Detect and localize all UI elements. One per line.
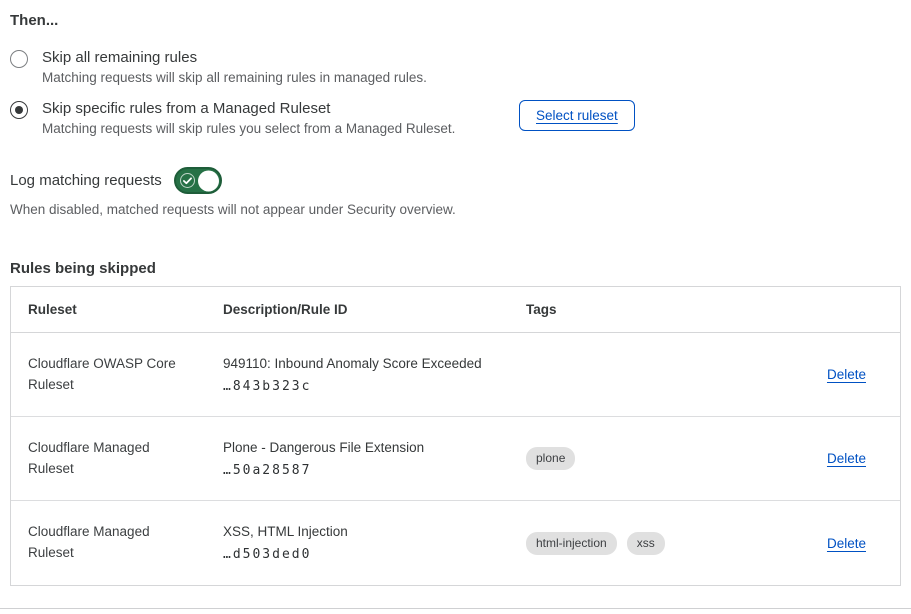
ruleset-name: Cloudflare Managed Ruleset (11, 438, 206, 480)
table-row: Cloudflare OWASP Core Ruleset 949110: In… (11, 333, 900, 417)
rule-id: …843b323c (223, 379, 509, 394)
column-header-ruleset: Ruleset (11, 302, 206, 317)
log-matching-requests-row: Log matching requests (10, 167, 901, 194)
delete-link[interactable]: Delete (827, 367, 866, 382)
ruleset-name: Cloudflare OWASP Core Ruleset (11, 354, 206, 396)
log-matching-requests-label: Log matching requests (10, 172, 162, 189)
select-ruleset-button[interactable]: Select ruleset (519, 100, 635, 131)
column-header-description-rule-id: Description/Rule ID (206, 302, 509, 317)
then-heading: Then... (10, 12, 901, 29)
rules-being-skipped-table: Ruleset Description/Rule ID Tags Cloudfl… (10, 286, 901, 586)
tag-badge: html-injection (526, 532, 617, 555)
rule-id: …d503ded0 (223, 547, 509, 562)
option-description: Matching requests will skip all remainin… (42, 70, 427, 85)
option-skip-specific-rules: Skip specific rules from a Managed Rules… (10, 100, 901, 136)
table-header-row: Ruleset Description/Rule ID Tags (11, 287, 900, 333)
rule-description: Plone - Dangerous File Extension (223, 440, 509, 455)
toggle-knob (198, 170, 219, 191)
log-matching-requests-description: When disabled, matched requests will not… (10, 202, 901, 217)
ruleset-name: Cloudflare Managed Ruleset (11, 522, 206, 564)
delete-link[interactable]: Delete (827, 451, 866, 466)
option-label[interactable]: Skip all remaining rules (42, 49, 427, 66)
log-matching-requests-toggle[interactable] (174, 167, 222, 194)
table-row: Cloudflare Managed Ruleset Plone - Dange… (11, 417, 900, 501)
option-label[interactable]: Skip specific rules from a Managed Rules… (42, 100, 455, 117)
select-ruleset-button-label: Select ruleset (536, 108, 618, 123)
column-header-tags: Tags (509, 302, 789, 317)
rule-description: XSS, HTML Injection (223, 524, 509, 539)
option-skip-all-rules: Skip all remaining rules Matching reques… (10, 49, 901, 85)
section-divider (0, 608, 911, 609)
tag-badge: xss (627, 532, 665, 555)
tags-cell: html-injection xss (509, 532, 789, 555)
radio-skip-all-rules[interactable] (10, 50, 28, 68)
rule-id: …50a28587 (223, 463, 509, 478)
waf-rule-action-page: Then... Skip all remaining rules Matchin… (0, 0, 911, 614)
delete-link[interactable]: Delete (827, 536, 866, 551)
check-icon (180, 173, 195, 188)
rule-description: 949110: Inbound Anomaly Score Exceeded (223, 356, 509, 371)
option-description: Matching requests will skip rules you se… (42, 121, 455, 136)
table-row: Cloudflare Managed Ruleset XSS, HTML Inj… (11, 501, 900, 585)
radio-skip-specific-rules[interactable] (10, 101, 28, 119)
rules-being-skipped-heading: Rules being skipped (10, 260, 901, 277)
tag-badge: plone (526, 447, 575, 470)
tags-cell: plone (509, 447, 789, 470)
